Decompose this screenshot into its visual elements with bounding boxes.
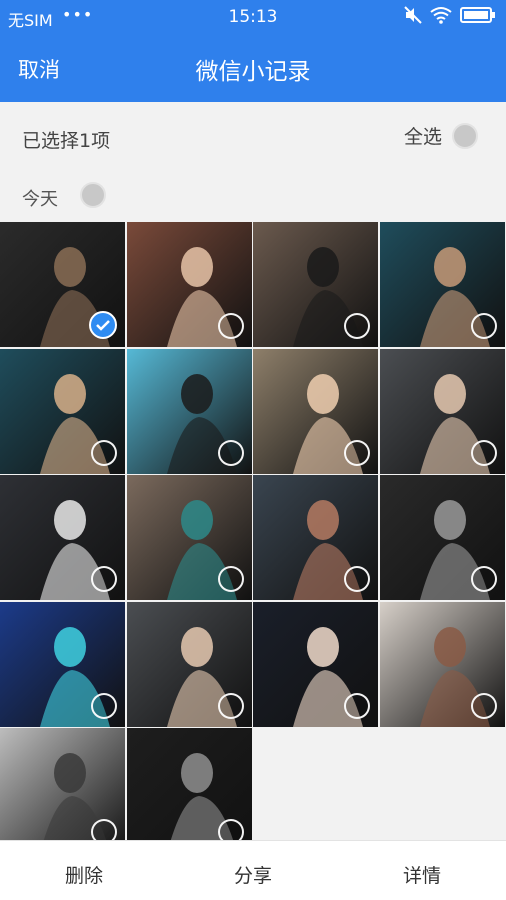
select-circle-icon[interactable] [218,440,244,466]
page-title: 微信小记录 [195,59,311,85]
photo-17[interactable] [0,728,125,853]
photo-12[interactable] [380,475,505,600]
photo-1[interactable] [0,222,125,347]
selected-count: 已选择1项 [22,130,111,152]
photo-16[interactable] [380,602,505,727]
selected-check-icon[interactable] [89,311,117,339]
nav-bar: 取消 微信小记录 [0,34,506,102]
select-circle-icon[interactable] [344,693,370,719]
date-group-header: 今天 [0,172,506,220]
select-all-button[interactable]: 全选 [404,122,478,149]
status-bar: 无SIM ••• 15:13 [0,0,506,34]
battery-icon [460,7,495,23]
share-button[interactable]: 分享 [193,861,313,888]
photo-2[interactable] [127,222,252,347]
select-all-label: 全选 [403,126,442,148]
select-circle-icon[interactable] [91,566,117,592]
select-all-toggle[interactable] [452,122,478,149]
wifi-icon [430,7,452,24]
mute-icon [404,6,422,24]
date-select-toggle[interactable] [80,182,106,208]
select-circle-icon[interactable] [91,693,117,719]
select-circle-icon[interactable] [471,566,497,592]
selection-bar: 已选择1项 全选 [0,102,506,172]
photo-13[interactable] [0,602,125,727]
photo-14[interactable] [127,602,252,727]
photo-15[interactable] [253,602,378,727]
photo-9[interactable] [0,475,125,600]
select-circle-icon[interactable] [471,440,497,466]
select-circle-icon[interactable] [344,566,370,592]
select-circle-icon[interactable] [471,313,497,339]
photo-10[interactable] [127,475,252,600]
photo-4[interactable] [380,222,505,347]
select-circle-icon[interactable] [91,440,117,466]
select-circle-icon[interactable] [471,693,497,719]
photo-11[interactable] [253,475,378,600]
select-circle-icon[interactable] [344,313,370,339]
photo-5[interactable] [0,349,125,474]
delete-button[interactable]: 删除 [24,861,144,888]
details-button[interactable]: 详情 [362,861,482,888]
photo-8[interactable] [380,349,505,474]
photo-7[interactable] [253,349,378,474]
photo-18[interactable] [127,728,252,853]
select-circle-icon[interactable] [218,693,244,719]
status-icons [404,6,496,24]
photo-3[interactable] [253,222,378,347]
bottom-action-bar: 删除 分享 详情 [0,840,506,900]
select-circle-icon[interactable] [344,440,370,466]
select-circle-icon[interactable] [218,313,244,339]
select-circle-icon[interactable] [218,566,244,592]
date-label: 今天 [22,189,58,210]
photo-6[interactable] [127,349,252,474]
